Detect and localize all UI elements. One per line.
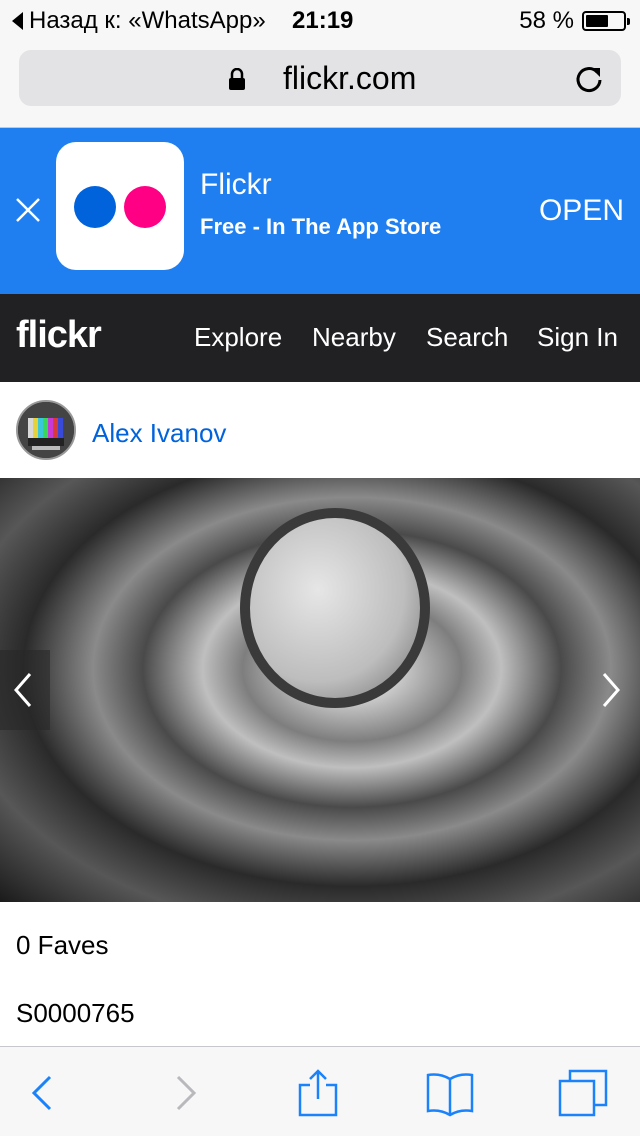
back-icon[interactable] — [18, 1069, 70, 1117]
reload-icon[interactable] — [573, 62, 605, 94]
nav-signin-link[interactable]: Sign In — [537, 322, 618, 353]
photo-author: Alex Ivanov — [0, 382, 640, 478]
flickr-app-icon — [56, 142, 184, 270]
banner-app-name: Flickr — [200, 168, 272, 201]
photo-title: S0000765 — [16, 998, 135, 1028]
app-store-banner: Flickr Free - In The App Store OPEN — [0, 128, 640, 294]
flickr-logo[interactable]: flickr — [16, 314, 102, 357]
battery-percent: 58 % — [519, 7, 574, 34]
status-bar: Назад к: «WhatsApp» 21:19 58 % — [0, 0, 640, 40]
photo-detail — [240, 508, 430, 708]
photo-image[interactable] — [0, 478, 640, 902]
back-to-app-link[interactable]: Назад к: «WhatsApp» — [12, 7, 266, 35]
open-app-button[interactable]: OPEN — [539, 194, 624, 228]
close-icon[interactable] — [14, 196, 42, 224]
banner-subtitle: Free - In The App Store — [200, 214, 442, 239]
battery-icon — [582, 11, 630, 31]
back-triangle-icon — [12, 12, 23, 30]
previous-photo-button[interactable] — [0, 650, 50, 730]
flickr-nav: flickr Explore Nearby Search Sign In — [0, 294, 640, 382]
faves-count: 0 Faves — [16, 930, 109, 960]
status-time: 21:19 — [292, 7, 354, 34]
bookmarks-icon[interactable] — [424, 1069, 476, 1117]
chevron-left-icon — [14, 673, 32, 707]
chevron-right-icon — [602, 673, 620, 707]
avatar[interactable] — [16, 400, 76, 460]
forward-icon[interactable] — [158, 1069, 210, 1117]
author-name-link[interactable]: Alex Ivanov — [92, 418, 226, 449]
safari-toolbar — [0, 1046, 640, 1136]
nav-search-link[interactable]: Search — [426, 322, 508, 353]
safari-address-area: flickr.com — [0, 40, 640, 128]
next-photo-button[interactable] — [590, 650, 640, 730]
nav-explore-link[interactable]: Explore — [194, 322, 282, 353]
lock-icon — [229, 68, 245, 90]
address-bar[interactable]: flickr.com — [19, 50, 621, 106]
share-icon[interactable] — [292, 1069, 344, 1117]
url-text: flickr.com — [283, 60, 417, 96]
nav-nearby-link[interactable]: Nearby — [312, 322, 396, 353]
tabs-icon[interactable] — [558, 1069, 610, 1117]
back-to-app-label: Назад к: «WhatsApp» — [29, 7, 266, 34]
